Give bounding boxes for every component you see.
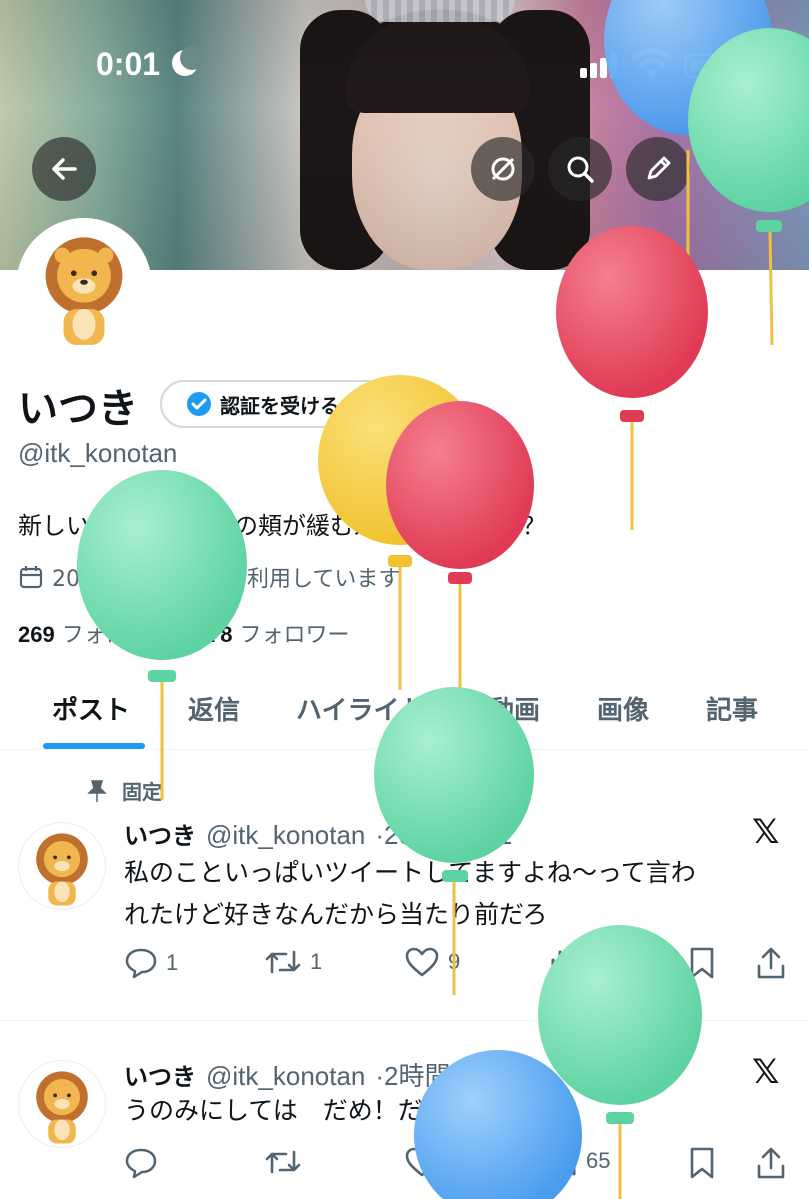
tweet-author-handle[interactable]: @itk_konotan [206, 1061, 365, 1092]
tweet-time[interactable]: ·2時間 [375, 1056, 450, 1093]
tweet-text[interactable]: 私のこといっぱいツイートしてますよね〜って言わ れたけど好きなんだから当たり前だ… [124, 852, 696, 936]
view-count: 1373 [586, 948, 635, 973]
retweet-count: 1 [310, 949, 323, 974]
tweet-header: いつき @itk_konotan ·2023/12/11 [124, 816, 512, 851]
views-icon [551, 1150, 576, 1176]
share-button[interactable] [756, 1146, 786, 1180]
x-logo-icon: 𝕏 [752, 1052, 780, 1092]
tweet-divider [0, 1020, 809, 1021]
lion-avatar-icon [36, 1071, 88, 1144]
pinned-indicator: 固定 [86, 776, 162, 805]
bookmark-button[interactable] [688, 1146, 716, 1180]
tweet-author-name[interactable]: いつき [124, 1057, 196, 1092]
pinned-label: 固定 [122, 780, 162, 804]
views-icon [551, 950, 576, 976]
search-button[interactable] [548, 137, 612, 201]
get-verified-label: 認証を受ける [220, 393, 340, 418]
reply-icon [125, 1148, 157, 1179]
pin-icon [87, 779, 107, 802]
wifi-icon [632, 48, 672, 77]
tab-highlights[interactable]: ハイライト [296, 690, 425, 727]
retweet-icon [265, 950, 301, 974]
like-count: 9 [448, 949, 461, 974]
lion-avatar-icon [36, 833, 88, 906]
sync-icon [491, 157, 515, 181]
followers-link[interactable]: 178 フォロワー [196, 617, 350, 649]
tab-articles[interactable]: 記事 [706, 690, 758, 727]
views-button[interactable]: 1373 [548, 946, 635, 976]
views-button[interactable]: 65 [548, 1146, 610, 1176]
calendar-icon [19, 566, 43, 589]
retweet-button[interactable]: 1 [264, 946, 322, 978]
tweet-avatar[interactable] [18, 1060, 106, 1148]
tweet-author-name[interactable]: いつき [124, 816, 196, 851]
reply-icon [125, 948, 157, 979]
joined-text: 2022年7月からXを利用しています [52, 567, 401, 592]
follow-stats: 269 フォロー中 178 フォロワー [18, 617, 349, 649]
tweet-text-line: 私のこといっぱいツイートしてますよね〜って言わ [124, 858, 696, 887]
bookmark-icon [690, 1147, 714, 1179]
followers-label: フォロワー [239, 623, 350, 648]
following-link[interactable]: 269 フォロー中 [18, 617, 172, 649]
tweet-actions: 65 [124, 1146, 804, 1186]
joined-date: 2022年7月からXを利用しています [18, 561, 400, 593]
like-button[interactable]: 9 [404, 946, 460, 978]
x-logo-icon: 𝕏 [752, 812, 780, 852]
tab-replies[interactable]: 返信 [188, 690, 240, 727]
reply-button[interactable]: 1 [124, 946, 178, 980]
followers-count: 178 [195, 622, 233, 647]
like-icon [405, 947, 439, 977]
share-icon [757, 1147, 785, 1179]
edit-icon [647, 156, 671, 180]
battery-icon [684, 53, 743, 79]
balloon-red [556, 226, 708, 530]
profile-avatar[interactable] [16, 218, 152, 354]
following-label: フォロー中 [61, 623, 172, 648]
share-icon [757, 947, 785, 979]
edit-button[interactable] [626, 137, 690, 201]
tab-videos[interactable]: 動画 [488, 690, 540, 727]
profile-bio: 新しい朝に濡れた君の頬が緩む未来に僕はいる？ [18, 512, 546, 540]
like-icon [405, 1147, 439, 1177]
tab-images[interactable]: 画像 [597, 690, 649, 727]
like-button[interactable] [404, 1146, 440, 1178]
verified-badge-icon [187, 392, 211, 416]
reply-count: 1 [166, 950, 179, 975]
bookmark-button[interactable] [688, 946, 716, 980]
tweet-avatar[interactable] [18, 822, 106, 910]
back-button[interactable] [32, 137, 96, 201]
view-count: 65 [586, 1148, 611, 1173]
status-time: 0:01 [96, 46, 161, 82]
moon-icon [172, 46, 204, 76]
tweet-actions: 1 1 9 1373 [124, 946, 804, 986]
back-arrow-icon [52, 158, 77, 180]
bookmark-icon [690, 947, 714, 979]
sync-button[interactable] [471, 137, 535, 201]
tweet-author-handle[interactable]: @itk_konotan [206, 820, 365, 851]
balloon-red [386, 401, 534, 690]
share-button[interactable] [756, 946, 786, 980]
following-count: 269 [18, 622, 55, 647]
tweet-text[interactable]: うのみにしては だめ！だめ！ [124, 1090, 473, 1132]
tweet-header: いつき @itk_konotan ·2時間 [124, 1056, 451, 1093]
active-tab-indicator [43, 743, 145, 749]
tweet-text-line: うのみにしては だめ！だめ！ [124, 1096, 473, 1125]
signal-icon [580, 50, 620, 78]
tweet-time[interactable]: ·2023/12/11 [375, 820, 512, 851]
profile-handle: @itk_konotan [18, 438, 178, 468]
get-verified-button[interactable]: 認証を受ける [160, 380, 392, 428]
reply-button[interactable] [124, 1146, 158, 1180]
retweet-icon [265, 1150, 301, 1174]
tab-posts[interactable]: ポスト [52, 690, 130, 727]
search-icon [567, 156, 594, 183]
profile-name: いつき [18, 387, 138, 431]
lion-avatar-icon [45, 237, 123, 345]
profile-tabs: ポスト 返信 ハイライト 動画 画像 記事 [0, 672, 809, 750]
retweet-button[interactable] [264, 1146, 302, 1178]
tweet-text-line: れたけど好きなんだから当たり前だろ [124, 900, 548, 929]
